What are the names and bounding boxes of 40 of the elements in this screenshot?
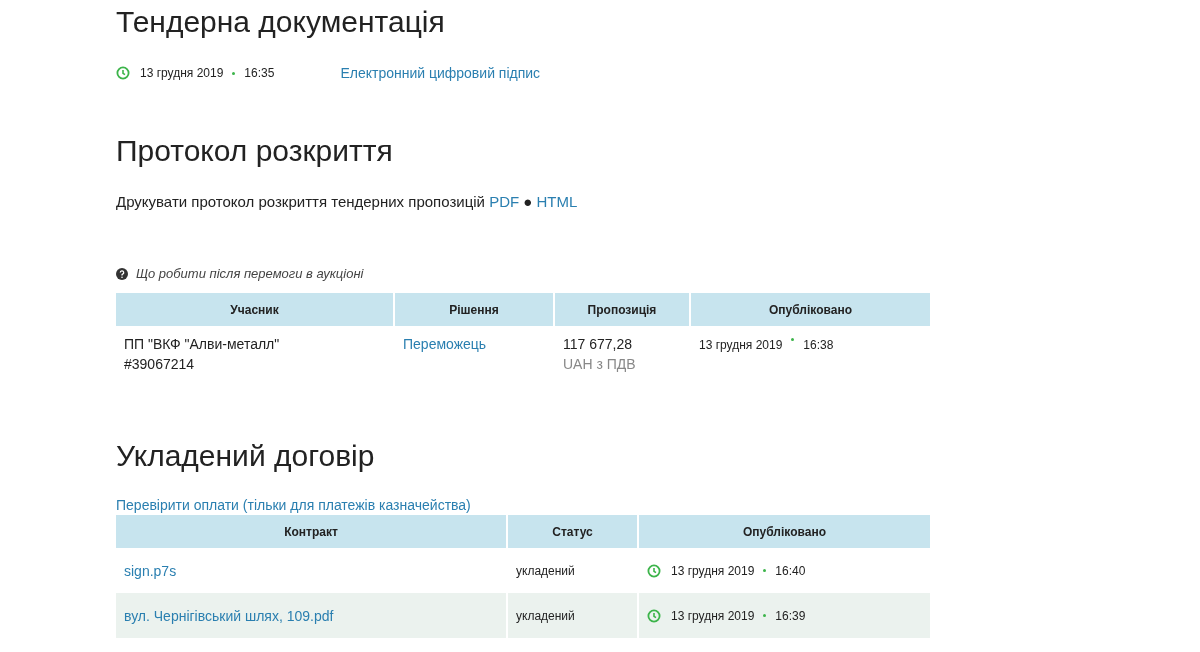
help-link[interactable]: Що робити після перемоги в аукціоні xyxy=(136,266,364,281)
clock-icon xyxy=(647,608,661,623)
separator-dot xyxy=(763,569,767,572)
file-link[interactable]: sign.p7s xyxy=(124,562,177,579)
separator-dot xyxy=(232,71,236,75)
bid-amount: 117 677,28 xyxy=(563,336,633,352)
status-text: укладений xyxy=(516,563,575,578)
column-header: Учасник xyxy=(116,293,393,326)
separator-dot xyxy=(791,338,795,341)
currency-text: UAH з ПДВ xyxy=(563,356,636,372)
date-text: 13 грудня 2019 xyxy=(699,338,783,352)
payments-link[interactable]: Перевірити оплати (тільки для платежів казначейства) xyxy=(116,497,930,513)
clock-icon xyxy=(116,66,130,80)
column-header: Опубліковано xyxy=(691,293,930,326)
date-text: 13 грудня 2019 xyxy=(671,563,755,578)
column-header: Статус xyxy=(508,515,637,548)
clock-icon xyxy=(647,563,661,578)
time-text: 16:40 xyxy=(775,563,806,578)
column-header: Контракт xyxy=(116,515,506,548)
status-text: укладений xyxy=(516,608,575,623)
time-text: 16:38 xyxy=(803,338,834,352)
time-text: 16:39 xyxy=(775,608,806,623)
date-text: 13 грудня 2019 xyxy=(140,66,224,80)
signature-link[interactable]: Електронний цифровий підпис xyxy=(340,65,541,81)
date-text: 13 грудня 2019 xyxy=(671,608,755,623)
column-header: Опубліковано xyxy=(639,515,930,548)
decision-link[interactable]: Переможець xyxy=(403,336,487,352)
participant-id: #39067214 xyxy=(124,356,195,372)
section-title: Тендерна документація xyxy=(116,4,446,40)
column-header: Рішення xyxy=(395,293,553,326)
section-title: Укладений договір xyxy=(116,438,376,474)
column-header: Пропозиція xyxy=(555,293,689,326)
section-title: Протокол розкриття xyxy=(116,133,394,169)
pdf-link[interactable]: PDF xyxy=(489,193,520,210)
help-icon xyxy=(116,267,128,280)
separator-dot xyxy=(763,614,767,617)
print-protocol-text: Друкувати протокол розкриття тендерних пропозицій PDF ● HTML xyxy=(116,193,579,210)
participant-name: ПП "ВКФ "Алви-металл" xyxy=(124,336,280,352)
html-link[interactable]: HTML xyxy=(536,193,578,210)
time-text: 16:35 xyxy=(244,66,275,80)
